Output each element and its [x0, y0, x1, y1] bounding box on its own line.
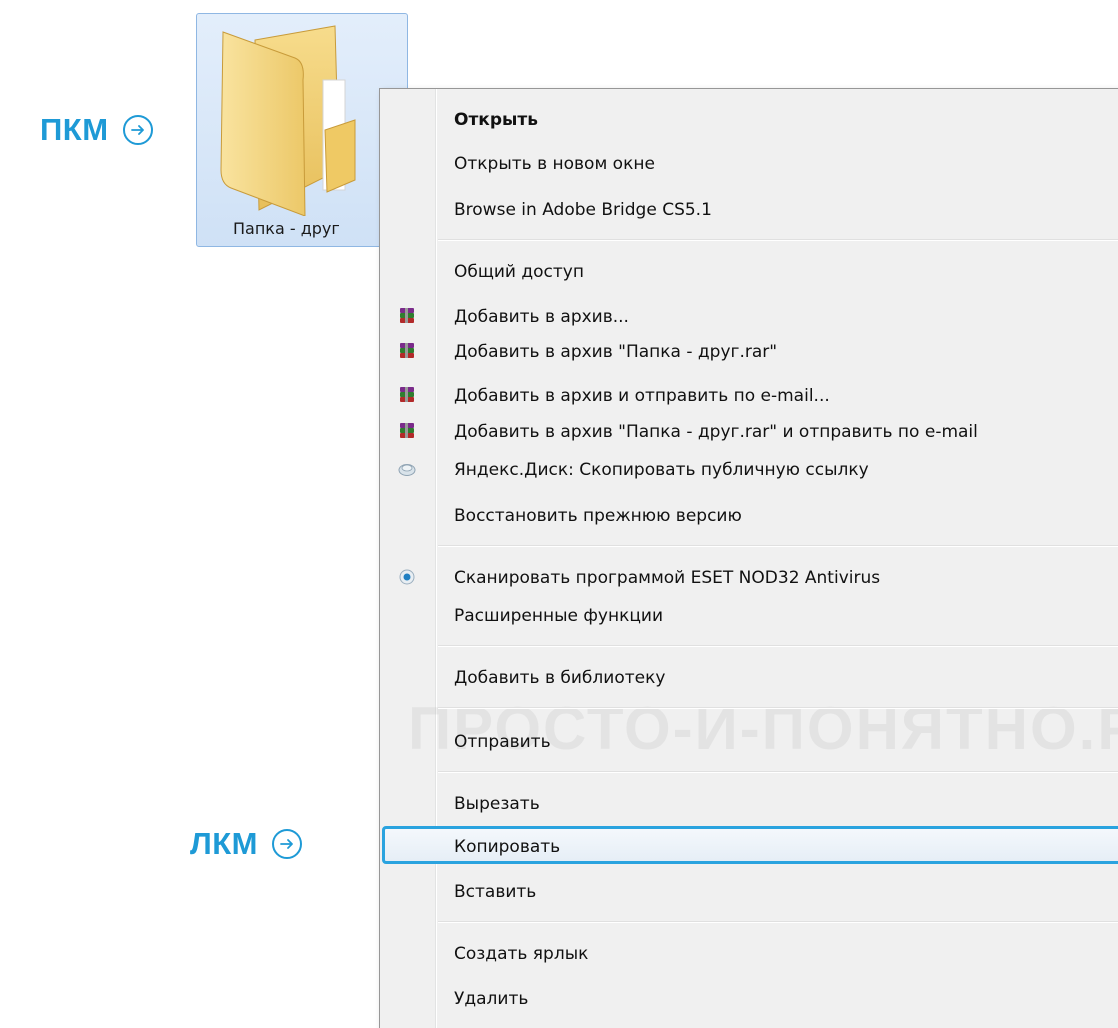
menu-item-add-to-rar[interactable]: Добавить в архив "Папка - друг.rar" [380, 335, 1118, 369]
menu-item-label: Открыть в новом окне [454, 154, 655, 174]
winrar-icon [400, 423, 414, 438]
menu-item-add-to-rar-email[interactable]: Добавить в архив "Папка - друг.rar" и от… [380, 415, 1118, 449]
menu-item-sharing[interactable]: Общий доступ [380, 255, 1118, 289]
menu-item-label: Добавить в архив и отправить по e-mail..… [454, 386, 830, 406]
menu-item-yandex-disk-link[interactable]: Яндекс.Диск: Скопировать публичную ссылк… [380, 453, 1118, 487]
menu-item-create-shortcut[interactable]: Создать ярлык [380, 937, 1118, 971]
menu-item-label: Создать ярлык [454, 944, 589, 964]
folder-item[interactable]: Папка - друг [196, 13, 408, 247]
arrow-right-circle-icon [122, 115, 153, 145]
menu-item-add-to-archive[interactable]: Добавить в архив... [380, 300, 1118, 334]
left-click-annotation: ЛКМ [190, 826, 302, 862]
menu-item-label: Копировать [454, 837, 561, 857]
menu-separator [438, 545, 1118, 547]
winrar-icon [400, 387, 414, 402]
menu-separator [438, 239, 1118, 241]
menu-item-label: Добавить в архив... [454, 307, 629, 327]
menu-item-restore-previous[interactable]: Восстановить прежнюю версию [380, 499, 1118, 533]
menu-item-label: Расширенные функции [454, 606, 664, 626]
context-menu: ПРОСТО-И-ПОНЯТНО.РФ Открыть Открыть в но… [379, 88, 1118, 1028]
winrar-icon [400, 343, 414, 358]
menu-item-label: Отправить [454, 732, 551, 752]
menu-item-delete[interactable]: Удалить [380, 982, 1118, 1016]
menu-item-add-to-archive-email[interactable]: Добавить в архив и отправить по e-mail..… [380, 379, 1118, 413]
menu-item-label: Вырезать [454, 794, 540, 814]
menu-item-eset-scan[interactable]: Сканировать программой ESET NOD32 Antivi… [380, 561, 1118, 595]
left-click-label: ЛКМ [190, 826, 258, 861]
menu-item-add-to-library[interactable]: Добавить в библиотеку [380, 661, 1118, 695]
winrar-icon [400, 308, 414, 323]
menu-item-label: Browse in Adobe Bridge CS5.1 [454, 200, 712, 220]
menu-item-paste[interactable]: Вставить [380, 875, 1118, 909]
menu-separator [438, 921, 1118, 923]
menu-item-label: Восстановить прежнюю версию [454, 506, 742, 526]
menu-item-label: Добавить в архив "Папка - друг.rar" и от… [454, 422, 978, 442]
menu-item-label: Добавить в библиотеку [454, 668, 666, 688]
menu-item-label: Яндекс.Диск: Скопировать публичную ссылк… [454, 460, 869, 480]
menu-item-copy[interactable]: Копировать [382, 826, 1118, 864]
eset-icon [399, 569, 415, 585]
menu-item-open-new-window[interactable]: Открыть в новом окне [380, 147, 1118, 181]
menu-item-open[interactable]: Открыть [380, 103, 1118, 137]
yandex-disk-icon [398, 464, 416, 476]
right-click-annotation: ПКМ [40, 112, 153, 148]
folder-icon [220, 25, 356, 216]
menu-item-advanced-functions[interactable]: Расширенные функции [380, 599, 1118, 633]
menu-item-label: Открыть [454, 110, 538, 130]
menu-item-label: Вставить [454, 882, 537, 902]
screenshot-stage: ПКМ ЛКМ Папка - друг ПРОСТО-И-ПОНЯТНО.РФ… [0, 0, 1118, 1028]
menu-separator [438, 645, 1118, 647]
menu-item-browse-adobe-bridge[interactable]: Browse in Adobe Bridge CS5.1 [380, 193, 1118, 227]
menu-item-cut[interactable]: Вырезать [380, 787, 1118, 821]
menu-item-label: Добавить в архив "Папка - друг.rar" [454, 342, 778, 362]
menu-item-send-to[interactable]: Отправить [380, 725, 1118, 759]
right-click-label: ПКМ [40, 112, 109, 147]
menu-separator [438, 771, 1118, 773]
folder-label: Папка - друг [233, 219, 340, 238]
menu-separator [438, 707, 1118, 709]
menu-item-label: Общий доступ [454, 262, 584, 282]
menu-item-label: Сканировать программой ESET NOD32 Antivi… [454, 568, 881, 588]
menu-item-label: Удалить [454, 989, 529, 1009]
arrow-right-circle-icon [272, 829, 302, 859]
